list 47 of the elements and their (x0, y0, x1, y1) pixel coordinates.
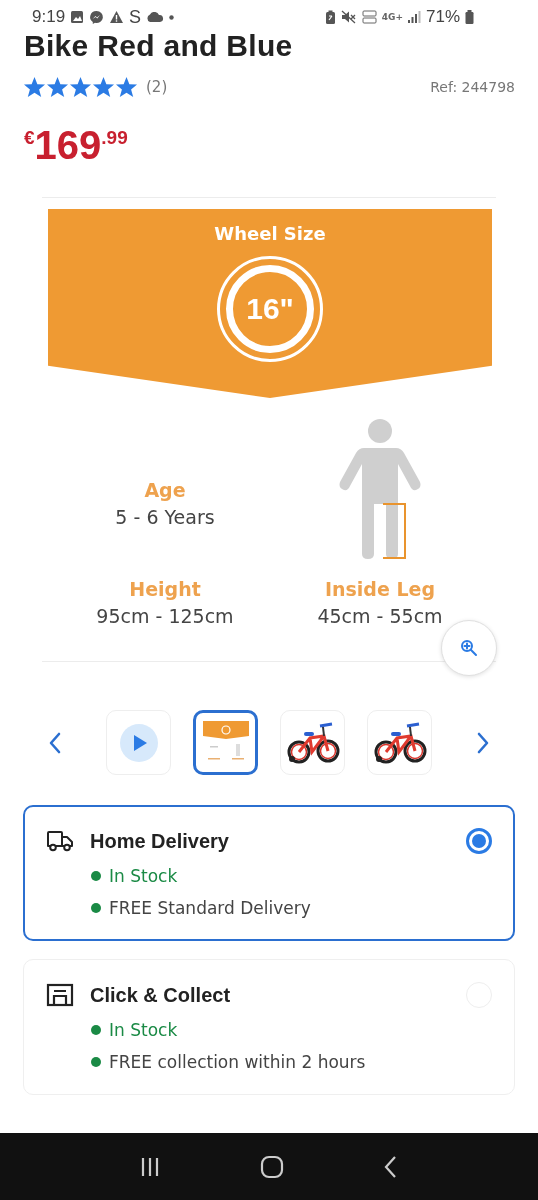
dot-icon (169, 14, 175, 20)
option-detail: In Stock (109, 1020, 178, 1040)
signal-icon (407, 11, 421, 23)
battery-level: 71% (425, 7, 460, 27)
option-title: Home Delivery (90, 829, 229, 853)
product-title: Bike Red and Blue (24, 34, 294, 62)
spec-value: 95cm - 125cm (96, 605, 234, 627)
option-detail: FREE collection within 2 hours (109, 1052, 366, 1072)
cloud-icon (146, 12, 165, 22)
back-icon[interactable] (382, 1154, 399, 1179)
spec-label: Height (129, 578, 201, 600)
warning-icon (109, 10, 125, 24)
notification-letter: S (129, 6, 142, 28)
messenger-icon (89, 9, 105, 25)
status-time: 9:19 (32, 7, 66, 27)
option-title: Click & Collect (90, 983, 231, 1007)
play-icon (119, 723, 158, 762)
status-dot (91, 1025, 101, 1035)
mute-icon (340, 10, 357, 24)
product-ref: Ref: 244798 (430, 79, 515, 95)
zoom-in-icon (460, 639, 478, 657)
status-dot (91, 1057, 101, 1067)
delivery-option-card[interactable]: Click & Collect In Stock FREE collection within 2 hours (23, 959, 515, 1095)
home-icon[interactable] (260, 1154, 284, 1179)
product-price: $^{€}$169$^{.99}$ (24, 122, 128, 167)
spec-label: Inside Leg (324, 578, 436, 600)
status-dot (91, 871, 101, 881)
network-type: 4G+ (381, 12, 403, 22)
battery-saver-icon (324, 9, 336, 25)
zoom-button[interactable] (441, 620, 497, 676)
spec-label: Age (144, 478, 186, 501)
spec-value: 45cm - 55cm (317, 605, 443, 627)
banner-title: Wheel Size (214, 223, 326, 244)
delivery-option-card[interactable]: Home Delivery In Stock FREE Standard Delivery (23, 805, 515, 941)
spec-value: 5 - 6 Years (115, 505, 215, 528)
wheel-size-value: 16" (246, 292, 294, 326)
radio-button[interactable] (466, 828, 492, 854)
status-dot (91, 903, 101, 913)
thumbnail[interactable] (193, 710, 258, 775)
option-detail: FREE Standard Delivery (109, 898, 311, 918)
review-count[interactable]: (2) (146, 78, 168, 96)
truck-icon (46, 830, 74, 852)
gallery-icon (70, 10, 85, 24)
battery-icon (465, 10, 474, 24)
option-detail: In Stock (109, 866, 178, 886)
store-icon (46, 983, 74, 1007)
star-rating[interactable] (23, 76, 138, 98)
